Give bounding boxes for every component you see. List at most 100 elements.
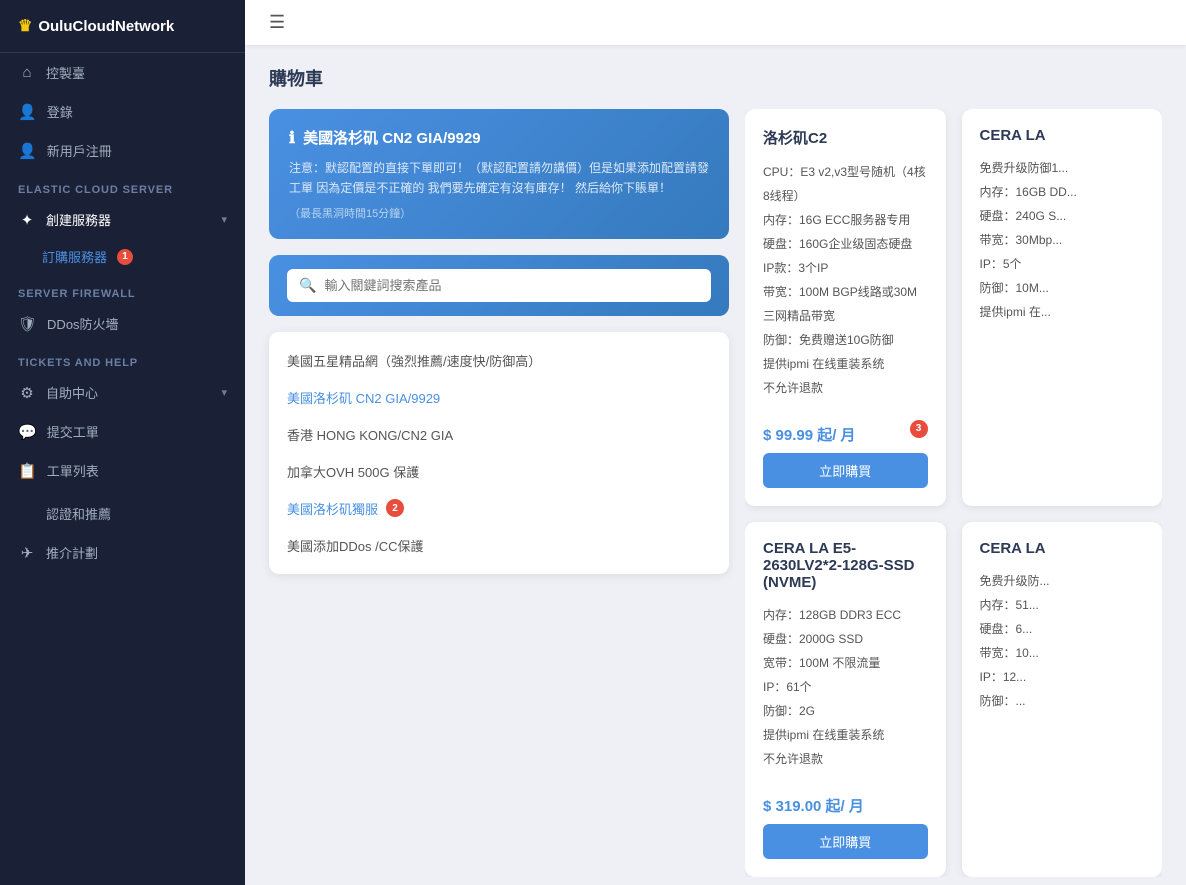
product-card-4: CERA LA 免费升级防... 内存：51... 硬盘：6... 带宽：10.…	[962, 522, 1163, 877]
sidebar-item-create-server[interactable]: ✦ 創建服務器 ▾	[0, 200, 245, 239]
spec-list: 免费升级防... 内存：51... 硬盘：6... 带宽：10... IP：12…	[980, 569, 1145, 713]
dropdown-badge: 2	[386, 499, 404, 517]
spec-item: CPU：E3 v2,v3型号随机（4核8线程）	[763, 160, 928, 208]
home-icon: ⌂	[18, 64, 36, 81]
user-add-icon: 👤	[18, 142, 37, 160]
cards-area: 洛杉矶C2 CPU：E3 v2,v3型号随机（4核8线程） 内存：16G ECC…	[745, 109, 1162, 877]
sidebar-item-dashboard[interactable]: ⌂ 控製臺	[0, 53, 245, 92]
spec-item: 防御：2G	[763, 699, 928, 723]
sidebar-item-label: 認證和推薦	[46, 504, 227, 523]
main-content: ☰ 購物車 ℹ 美國洛杉矶 CN2 GIA/9929 注意：默認配置的直接下單即…	[245, 0, 1186, 885]
dropdown-item-3[interactable]: 加拿大OVH 500G 保護	[269, 453, 729, 490]
user-icon: 👤	[18, 103, 37, 121]
search-input-wrapper[interactable]: 🔍	[287, 269, 711, 302]
sidebar-item-referral[interactable]: ✈ 推介計劃	[0, 533, 245, 572]
promo-time: （最長黑洞時間15分鐘）	[289, 205, 709, 221]
info-icon: ℹ	[289, 128, 295, 148]
buy-button-3[interactable]: 立即購買	[763, 824, 928, 859]
spec-list: CPU：E3 v2,v3型号随机（4核8线程） 内存：16G ECC服务器专用 …	[763, 160, 928, 400]
dropdown-item-5[interactable]: 美國添加DDos /CC保護	[269, 527, 729, 564]
cards-row-bottom: CERA LA E5-2630LV2*2-128G-SSD (NVME) 内存：…	[745, 522, 1162, 877]
product-card-2: CERA LA 免费升级防御1... 内存：16GB DD... 硬盘：240G…	[962, 109, 1163, 506]
sidebar-sub-item-order-server[interactable]: 訂購服務器 1	[0, 239, 245, 274]
sidebar-item-label: 新用戶注冊	[47, 141, 227, 160]
buy-button-1[interactable]: 立即購買	[763, 453, 928, 488]
page-title: 購物車	[269, 65, 1162, 91]
right-column: 洛杉矶C2 CPU：E3 v2,v3型号随机（4核8线程） 内存：16G ECC…	[745, 109, 1162, 877]
crown-icon: ♛	[18, 16, 32, 36]
left-column: ℹ 美國洛杉矶 CN2 GIA/9929 注意：默認配置的直接下單即可！（默認配…	[269, 109, 729, 877]
spec-item: 宽带：100M 不限流量	[763, 651, 928, 675]
dropdown-menu: 美國五星精品網（強烈推薦/速度快/防御高） 美國洛杉矶 CN2 GIA/9929…	[269, 332, 729, 574]
spec-item: 硬盘：2000G SSD	[763, 627, 928, 651]
spec-item: 硬盘：160G企业级固态硬盘	[763, 232, 928, 256]
product-card-1: 洛杉矶C2 CPU：E3 v2,v3型号随机（4核8线程） 内存：16G ECC…	[745, 109, 946, 506]
cards-row-top: 洛杉矶C2 CPU：E3 v2,v3型号随机（4核8线程） 内存：16G ECC…	[745, 109, 1162, 506]
list-icon: 📋	[18, 462, 37, 480]
sidebar-item-ddos[interactable]: 🛡 DDos防火墻	[0, 304, 245, 343]
sidebar-item-submit-ticket[interactable]: 💬 提交工單	[0, 412, 245, 451]
card-price-row: $ 319.00 起/ 月	[763, 783, 928, 816]
chat-icon: 💬	[18, 423, 37, 441]
product-card-3: CERA LA E5-2630LV2*2-128G-SSD (NVME) 内存：…	[745, 522, 946, 877]
sidebar-item-label: DDos防火墻	[47, 314, 227, 333]
star-icon: ✦	[18, 211, 36, 229]
sidebar-item-register[interactable]: 👤 新用戶注冊	[0, 131, 245, 170]
chevron-down-icon: ▾	[221, 213, 227, 226]
spec-item: 内存：128GB DDR3 ECC	[763, 603, 928, 627]
spec-item: 带宽：30Mbp...	[980, 228, 1145, 252]
spec-item: IP款：3个IP	[763, 256, 928, 280]
card-price: $ 99.99 起/ 月	[763, 424, 856, 445]
sidebar-item-ticket-list[interactable]: 📋 工單列表	[0, 451, 245, 490]
promo-banner: ℹ 美國洛杉矶 CN2 GIA/9929 注意：默認配置的直接下單即可！（默認配…	[269, 109, 729, 239]
spec-item: 带宽：10...	[980, 641, 1145, 665]
sidebar-item-login[interactable]: 👤 登錄	[0, 92, 245, 131]
card-title: 洛杉矶C2	[763, 127, 928, 148]
promo-header: ℹ 美國洛杉矶 CN2 GIA/9929	[289, 127, 709, 148]
spec-item: 提供ipmi 在线重装系统	[763, 352, 928, 376]
spec-item: 提供ipmi 在线重装系统	[763, 723, 928, 747]
sidebar-item-recognition[interactable]: 認證和推薦	[0, 490, 245, 533]
dropdown-item-1[interactable]: 美國洛杉矶 CN2 GIA/9929	[269, 379, 729, 416]
spec-item: 免费升级防...	[980, 569, 1145, 593]
sidebar-item-self-service[interactable]: ⚙ 自助中心 ▾	[0, 373, 245, 412]
spec-item: 提供ipmi 在...	[980, 300, 1145, 324]
dropdown-item-4[interactable]: 美國洛杉矶獨服 2	[269, 490, 729, 527]
chevron-down-icon: ▾	[221, 386, 227, 399]
page-content: 購物車 ℹ 美國洛杉矶 CN2 GIA/9929 注意：默認配置的直接下單即可！…	[245, 45, 1186, 885]
spec-item: 不允许退款	[763, 376, 928, 400]
promo-body: 注意：默認配置的直接下單即可！（默認配置請勿講價）但是如果添加配置請發工單 因為…	[289, 158, 709, 199]
spec-item: 内存：16G ECC服务器专用	[763, 208, 928, 232]
sidebar-item-label: 創建服務器	[46, 210, 211, 229]
dropdown-item-2[interactable]: 香港 HONG KONG/CN2 GIA	[269, 416, 729, 453]
spec-list: 免费升级防御1... 内存：16GB DD... 硬盘：240G S... 带宽…	[980, 156, 1145, 324]
topbar: ☰	[245, 0, 1186, 45]
card-title: CERA LA	[980, 127, 1145, 144]
section-label-firewall: SERVER FIREWALL	[0, 274, 245, 304]
sidebar: ♛ OuluCloudNetwork ⌂ 控製臺 👤 登錄 👤 新用戶注冊 EL…	[0, 0, 245, 885]
spec-item: 带宽：100M BGP线路或30M 三网精品带宽	[763, 280, 928, 328]
gear-icon: ⚙	[18, 384, 36, 402]
spec-item: 防御：10M...	[980, 276, 1145, 300]
search-icon: 🔍	[299, 277, 316, 294]
spec-item: IP：61个	[763, 675, 928, 699]
hamburger-icon[interactable]: ☰	[269, 12, 285, 33]
sidebar-item-label: 登錄	[47, 102, 227, 121]
dropdown-item-0[interactable]: 美國五星精品網（強烈推薦/速度快/防御高）	[269, 342, 729, 379]
spec-item: 内存：16GB DD...	[980, 180, 1145, 204]
search-input[interactable]	[324, 278, 699, 293]
dropdown-item-label: 美國洛杉矶獨服	[287, 499, 378, 518]
spec-item: 内存：51...	[980, 593, 1145, 617]
spec-item: IP：5个	[980, 252, 1145, 276]
brand-logo: ♛ OuluCloudNetwork	[0, 0, 245, 53]
promo-title: 美國洛杉矶 CN2 GIA/9929	[303, 127, 481, 148]
card-title: CERA LA E5-2630LV2*2-128G-SSD (NVME)	[763, 540, 928, 591]
card-badge: 3	[910, 420, 928, 438]
card-price-row: $ 99.99 起/ 月 3	[763, 412, 928, 445]
spec-item: 硬盘：240G S...	[980, 204, 1145, 228]
card-title: CERA LA	[980, 540, 1145, 557]
sidebar-item-label: 提交工單	[47, 422, 227, 441]
spec-item: IP：12...	[980, 665, 1145, 689]
sidebar-item-label: 推介計劃	[46, 543, 227, 562]
sidebar-item-label: 工單列表	[47, 461, 227, 480]
